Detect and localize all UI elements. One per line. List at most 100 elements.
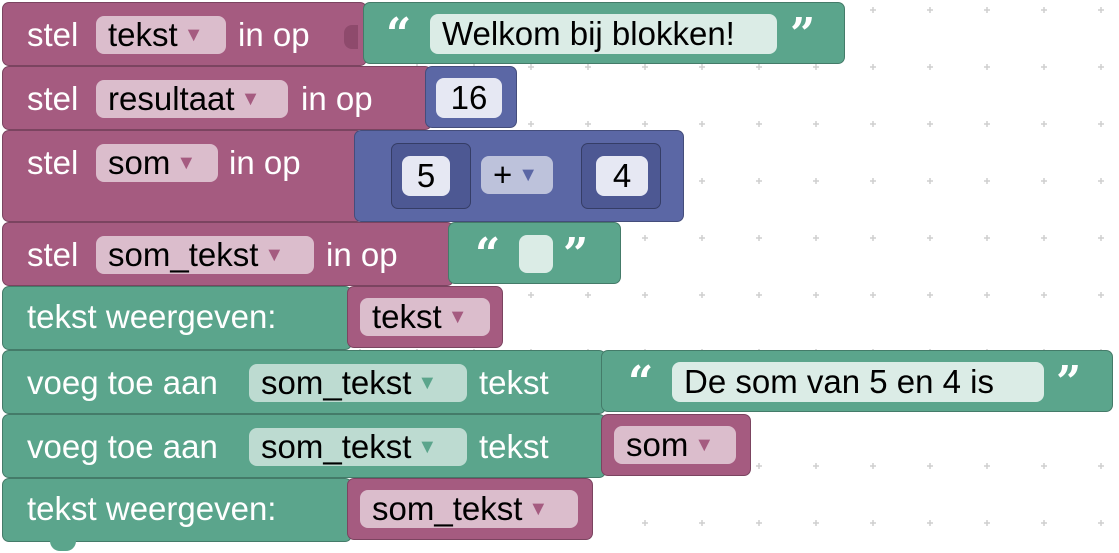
variable-dropdown-som-tekst[interactable]: som_tekst ▼ <box>249 364 467 402</box>
variable-getter-som[interactable]: som ▼ <box>601 414 751 476</box>
grid-mark <box>870 520 876 526</box>
grid-mark <box>870 7 876 13</box>
print-label: tekst weergeven: <box>27 298 277 335</box>
grid-mark <box>756 235 762 241</box>
grid-mark <box>756 121 762 127</box>
grid-mark <box>927 121 933 127</box>
set-keyword: stel <box>27 16 79 53</box>
text-field[interactable]: Welkom bij blokken! <box>430 14 777 54</box>
grid-mark <box>813 463 819 469</box>
grid-mark <box>1098 7 1104 13</box>
variable-dropdown-som-tekst[interactable]: som_tekst ▼ <box>360 490 578 528</box>
grid-mark <box>927 7 933 13</box>
tekst-label: tekst <box>479 364 549 401</box>
variable-dropdown-resultaat[interactable]: resultaat ▼ <box>96 80 288 118</box>
grid-mark <box>699 520 705 526</box>
grid-mark <box>528 292 534 298</box>
grid-mark <box>813 235 819 241</box>
grid-mark <box>585 64 591 70</box>
operator-dropdown[interactable]: + ▼ <box>481 156 553 194</box>
grid-mark <box>984 121 990 127</box>
variable-getter-som-tekst[interactable]: som_tekst ▼ <box>347 478 593 540</box>
print-block[interactable]: tekst weergeven: <box>2 478 352 542</box>
grid-mark <box>984 235 990 241</box>
dropdown-arrow-icon: ▼ <box>417 372 438 394</box>
grid-mark <box>585 121 591 127</box>
arithmetic-block[interactable]: 5 + ▼ 4 <box>354 130 684 222</box>
grid-mark <box>927 463 933 469</box>
append-label: voeg toe aan <box>27 364 218 401</box>
close-quote-icon: ” <box>563 229 589 280</box>
grid-mark <box>870 121 876 127</box>
input-socket-icon <box>344 25 358 49</box>
grid-mark <box>699 178 705 184</box>
grid-mark <box>927 292 933 298</box>
set-variable-block-som-tekst[interactable]: stel som_tekst ▼ in op <box>2 222 454 286</box>
variable-name: som_tekst <box>108 236 259 273</box>
text-literal-block[interactable]: “ De som van 5 en 4 is ” <box>601 350 1113 412</box>
number-field-left[interactable]: 5 <box>402 156 450 196</box>
variable-dropdown-som-tekst[interactable]: som_tekst ▼ <box>96 236 314 274</box>
grid-mark <box>927 235 933 241</box>
in-op-label: in op <box>326 236 398 273</box>
grid-mark <box>1041 7 1047 13</box>
close-quote-icon: ” <box>1056 357 1082 408</box>
grid-mark <box>756 463 762 469</box>
dropdown-arrow-icon: ▼ <box>240 88 261 110</box>
grid-mark <box>870 178 876 184</box>
print-label: tekst weergeven: <box>27 490 277 527</box>
append-text-block[interactable]: voeg toe aan som_tekst ▼ tekst <box>2 350 606 414</box>
grid-mark <box>1098 178 1104 184</box>
grid-mark <box>1041 121 1047 127</box>
grid-mark <box>1098 121 1104 127</box>
empty-text-field[interactable] <box>519 235 553 273</box>
number-literal-block[interactable]: 16 <box>425 66 517 128</box>
tekst-label: tekst <box>479 428 549 465</box>
grid-mark <box>927 520 933 526</box>
grid-mark <box>585 292 591 298</box>
variable-dropdown-som[interactable]: som ▼ <box>614 426 736 464</box>
grid-mark <box>870 463 876 469</box>
number-input-right[interactable]: 4 <box>581 143 661 209</box>
grid-mark <box>1041 292 1047 298</box>
set-variable-block-tekst[interactable]: stel tekst ▼ in op <box>2 2 367 66</box>
variable-dropdown-som[interactable]: som ▼ <box>96 144 218 182</box>
empty-text-block[interactable]: “ ” <box>448 222 621 284</box>
text-field[interactable]: De som van 5 en 4 is <box>672 362 1044 402</box>
variable-dropdown-som-tekst[interactable]: som_tekst ▼ <box>249 428 467 466</box>
grid-mark <box>699 121 705 127</box>
grid-mark <box>984 520 990 526</box>
dropdown-arrow-icon: ▼ <box>264 244 285 266</box>
grid-mark <box>756 292 762 298</box>
dropdown-arrow-icon: ▼ <box>528 498 549 520</box>
number-field[interactable]: 16 <box>436 78 502 118</box>
text-literal-block[interactable]: “ Welkom bij blokken! ” <box>363 2 845 64</box>
variable-name: som <box>108 144 171 181</box>
grid-mark <box>984 178 990 184</box>
variable-getter-tekst[interactable]: tekst ▼ <box>347 286 503 348</box>
grid-mark <box>699 292 705 298</box>
variable-name: som_tekst <box>372 490 523 527</box>
grid-mark <box>756 64 762 70</box>
in-op-label: in op <box>301 80 373 117</box>
variable-name: tekst <box>108 16 178 53</box>
grid-mark <box>528 121 534 127</box>
set-keyword: stel <box>27 236 79 273</box>
operator-symbol: + <box>493 156 513 193</box>
grid-mark <box>1041 520 1047 526</box>
variable-dropdown-tekst[interactable]: tekst ▼ <box>96 16 226 54</box>
set-variable-block-resultaat[interactable]: stel resultaat ▼ in op <box>2 66 432 130</box>
grid-mark <box>642 64 648 70</box>
grid-mark <box>756 178 762 184</box>
variable-dropdown-tekst[interactable]: tekst ▼ <box>360 298 490 336</box>
open-quote-icon: “ <box>475 229 501 280</box>
number-field-right[interactable]: 4 <box>596 156 648 196</box>
grid-mark <box>1041 64 1047 70</box>
set-variable-block-som[interactable]: stel som ▼ in op <box>2 130 364 222</box>
grid-mark <box>813 520 819 526</box>
grid-mark <box>642 292 648 298</box>
print-block[interactable]: tekst weergeven: <box>2 286 352 350</box>
dropdown-arrow-icon: ▼ <box>518 164 539 186</box>
number-input-left[interactable]: 5 <box>391 143 471 209</box>
append-text-block[interactable]: voeg toe aan som_tekst ▼ tekst <box>2 414 606 478</box>
